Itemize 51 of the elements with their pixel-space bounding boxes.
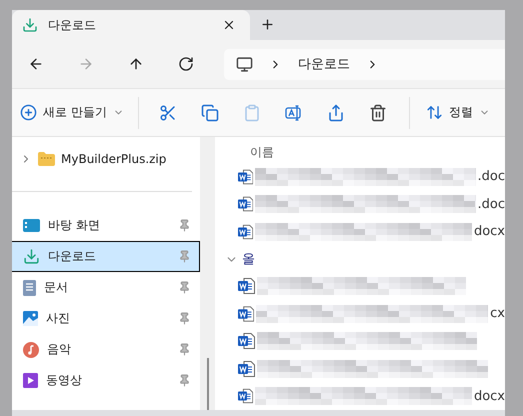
scissors-icon bbox=[158, 104, 177, 122]
up-arrow-icon bbox=[128, 56, 144, 72]
clipboard-icon bbox=[242, 104, 261, 122]
rename-icon bbox=[284, 104, 303, 122]
scrollbar-thumb[interactable] bbox=[206, 358, 208, 410]
sort-button[interactable]: 정렬 bbox=[422, 100, 494, 125]
column-header[interactable]: 이름 bbox=[215, 141, 505, 163]
group-header[interactable]: 올 bbox=[215, 246, 505, 272]
address-bar[interactable]: 다운로드 bbox=[224, 48, 505, 80]
plus-icon bbox=[260, 17, 275, 32]
desktop-icon bbox=[23, 219, 40, 232]
share-icon bbox=[326, 104, 345, 122]
word-document-icon bbox=[238, 168, 254, 185]
file-row[interactable]: .doc bbox=[215, 163, 505, 190]
word-document-icon bbox=[238, 306, 254, 322]
picture-icon bbox=[23, 311, 38, 326]
breadcrumb[interactable]: 다운로드 bbox=[298, 55, 350, 73]
copy-icon bbox=[200, 104, 219, 122]
document-icon bbox=[23, 280, 36, 296]
refresh-icon bbox=[178, 56, 194, 72]
close-icon bbox=[222, 18, 236, 32]
group-title: 올 bbox=[242, 251, 255, 268]
trash-icon bbox=[368, 104, 387, 122]
quick-access-item[interactable]: 다운로드 bbox=[12, 241, 200, 272]
word-document-icon bbox=[238, 196, 254, 212]
file-row[interactable]: cx bbox=[215, 300, 505, 328]
file-row[interactable]: docx bbox=[215, 382, 505, 410]
quick-access-item[interactable]: 동영상 bbox=[12, 365, 200, 396]
file-row[interactable]: docx bbox=[215, 218, 505, 246]
word-document-icon bbox=[238, 360, 255, 377]
word-document-icon bbox=[238, 278, 255, 294]
sort-icon bbox=[426, 104, 443, 121]
quick-access-item[interactable]: 바탕 화면 bbox=[12, 210, 200, 241]
forward-arrow-icon bbox=[78, 56, 94, 72]
download-icon bbox=[22, 17, 38, 33]
quick-access-item[interactable]: 사진 bbox=[12, 303, 200, 334]
plus-circle-icon bbox=[20, 104, 37, 121]
music-icon bbox=[23, 342, 39, 358]
tree-item[interactable]: MyBuilderPlus.zip bbox=[12, 145, 200, 173]
quick-access-item[interactable]: 문서 bbox=[12, 272, 200, 303]
quick-access-item[interactable]: 음악 bbox=[12, 334, 200, 365]
word-document-icon bbox=[238, 333, 255, 350]
tab[interactable]: 다운로드 bbox=[12, 10, 250, 40]
word-document-icon bbox=[238, 388, 254, 404]
word-document-icon bbox=[238, 224, 254, 240]
computer-icon bbox=[236, 56, 253, 72]
new-button[interactable]: 새로 만들기 bbox=[16, 100, 128, 125]
download-icon bbox=[23, 248, 40, 265]
video-icon bbox=[23, 373, 38, 388]
zip-folder-icon bbox=[38, 152, 55, 166]
file-row[interactable]: .doc bbox=[215, 190, 505, 218]
